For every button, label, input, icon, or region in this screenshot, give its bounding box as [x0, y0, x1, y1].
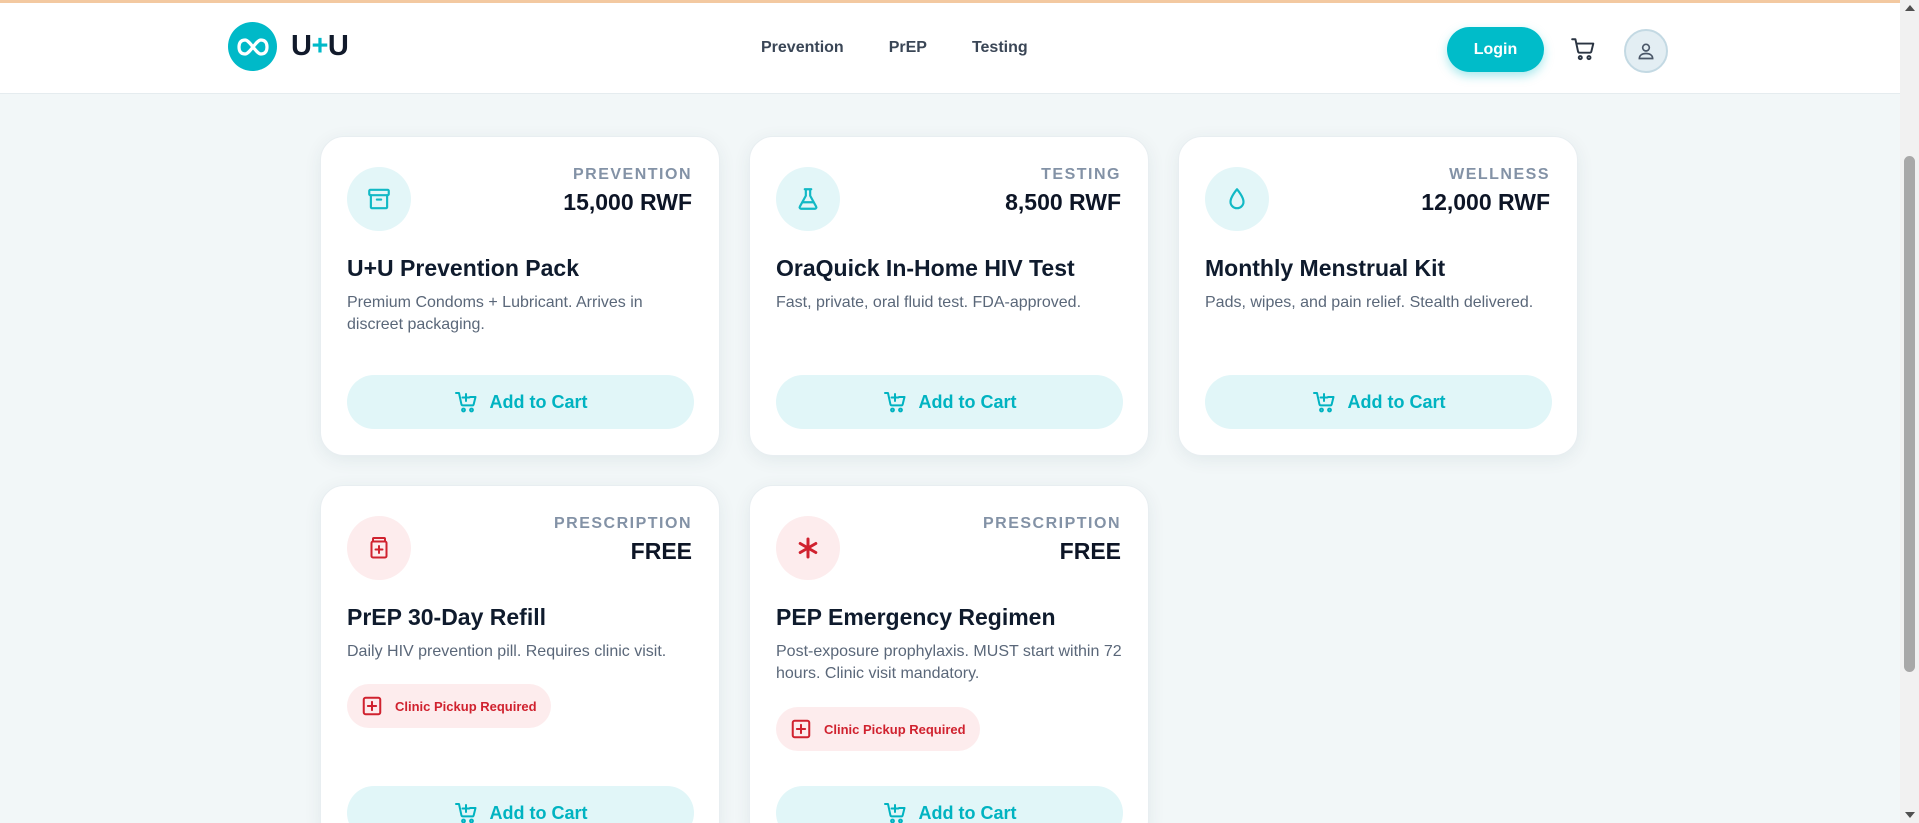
product-description: Fast, private, oral fluid test. FDA-appr…: [776, 294, 1082, 311]
nav-prep[interactable]: PrEP: [889, 39, 927, 57]
asterisk-icon: [776, 516, 840, 580]
add-cart-icon: [454, 803, 476, 823]
product-description: Daily HIV prevention pill. Requires clin…: [347, 643, 667, 660]
add-to-cart-button[interactable]: Add to Cart: [347, 786, 694, 823]
login-button[interactable]: Login: [1447, 27, 1544, 72]
product-category: PRESCRIPTION: [553, 515, 692, 532]
add-to-cart-button[interactable]: Add to Cart: [1205, 375, 1552, 429]
medical-cross-icon: [362, 696, 382, 716]
clinic-pickup-label: Clinic Pickup Required: [824, 721, 966, 737]
infinity-icon: [228, 22, 277, 71]
add-cart-icon: [883, 392, 905, 413]
medical-cross-icon: [791, 719, 811, 739]
product-title: PrEP 30-Day Refill: [347, 604, 547, 630]
add-to-cart-label: Add to Cart: [489, 391, 588, 412]
product-title: PEP Emergency Regimen: [776, 604, 1056, 630]
user-avatar[interactable]: [1624, 29, 1668, 73]
brand-logo[interactable]: U+U: [228, 22, 349, 71]
flask-icon: [776, 167, 840, 231]
clinic-pickup-label: Clinic Pickup Required: [395, 698, 537, 714]
product-price: 8,500 RWF: [1005, 189, 1121, 215]
scroll-down-arrow[interactable]: [1905, 812, 1915, 818]
add-cart-icon: [454, 392, 476, 413]
product-category: PRESCRIPTION: [982, 515, 1121, 532]
clinic-pickup-badge: Clinic Pickup Required: [347, 684, 551, 728]
pill-bottle-icon: [347, 516, 411, 580]
add-cart-icon: [883, 803, 905, 823]
product-card-pep-regimen: PRESCRIPTION FREE PEP Emergency Regimen …: [749, 485, 1149, 823]
add-to-cart-label: Add to Cart: [489, 802, 588, 823]
product-description: Premium Condoms + Lubricant. Arrives in …: [347, 294, 643, 333]
add-to-cart-label: Add to Cart: [918, 802, 1017, 823]
add-cart-icon: [1312, 392, 1334, 413]
product-category: WELLNESS: [1449, 166, 1550, 183]
clinic-pickup-badge: Clinic Pickup Required: [776, 707, 980, 751]
product-category: PREVENTION: [572, 166, 692, 183]
archive-box-icon: [347, 167, 411, 231]
product-description: Pads, wipes, and pain relief. Stealth de…: [1205, 294, 1534, 311]
user-icon: [1638, 43, 1654, 60]
product-title: U+U Prevention Pack: [347, 255, 580, 281]
scrollbar-thumb[interactable]: [1904, 156, 1915, 672]
add-to-cart-label: Add to Cart: [918, 391, 1017, 412]
scroll-up-arrow[interactable]: [1905, 5, 1915, 11]
main-nav: Prevention PrEP Testing: [761, 39, 1028, 57]
add-to-cart-button[interactable]: Add to Cart: [776, 375, 1123, 429]
product-card-menstrual-kit: WELLNESS 12,000 RWF Monthly Menstrual Ki…: [1178, 136, 1578, 456]
add-to-cart-button[interactable]: Add to Cart: [347, 375, 694, 429]
nav-prevention[interactable]: Prevention: [761, 39, 844, 57]
product-card-hiv-test: TESTING 8,500 RWF OraQuick In-Home HIV T…: [749, 136, 1149, 456]
droplet-icon: [1205, 167, 1269, 231]
product-card-prep-refill: PRESCRIPTION FREE PrEP 30-Day Refill Dai…: [320, 485, 720, 823]
page-scrollbar[interactable]: [1900, 0, 1919, 823]
site-header: U+U Prevention PrEP Testing Login: [0, 3, 1900, 94]
product-price: 12,000 RWF: [1421, 189, 1550, 215]
nav-testing[interactable]: Testing: [972, 39, 1028, 57]
add-to-cart-button[interactable]: Add to Cart: [776, 786, 1123, 823]
product-price: FREE: [1059, 538, 1121, 564]
product-category: TESTING: [1041, 166, 1121, 183]
product-price: FREE: [630, 538, 692, 564]
brand-name: U+U: [291, 30, 349, 62]
product-card-prevention-pack: PREVENTION 15,000 RWF U+U Prevention Pac…: [320, 136, 720, 456]
product-description: Post-exposure prophylaxis. MUST start wi…: [776, 643, 1122, 682]
product-price: 15,000 RWF: [563, 189, 692, 215]
product-title: Monthly Menstrual Kit: [1205, 255, 1446, 281]
cart-icon[interactable]: [1570, 36, 1596, 67]
add-to-cart-label: Add to Cart: [1347, 391, 1446, 412]
product-title: OraQuick In-Home HIV Test: [776, 255, 1075, 281]
